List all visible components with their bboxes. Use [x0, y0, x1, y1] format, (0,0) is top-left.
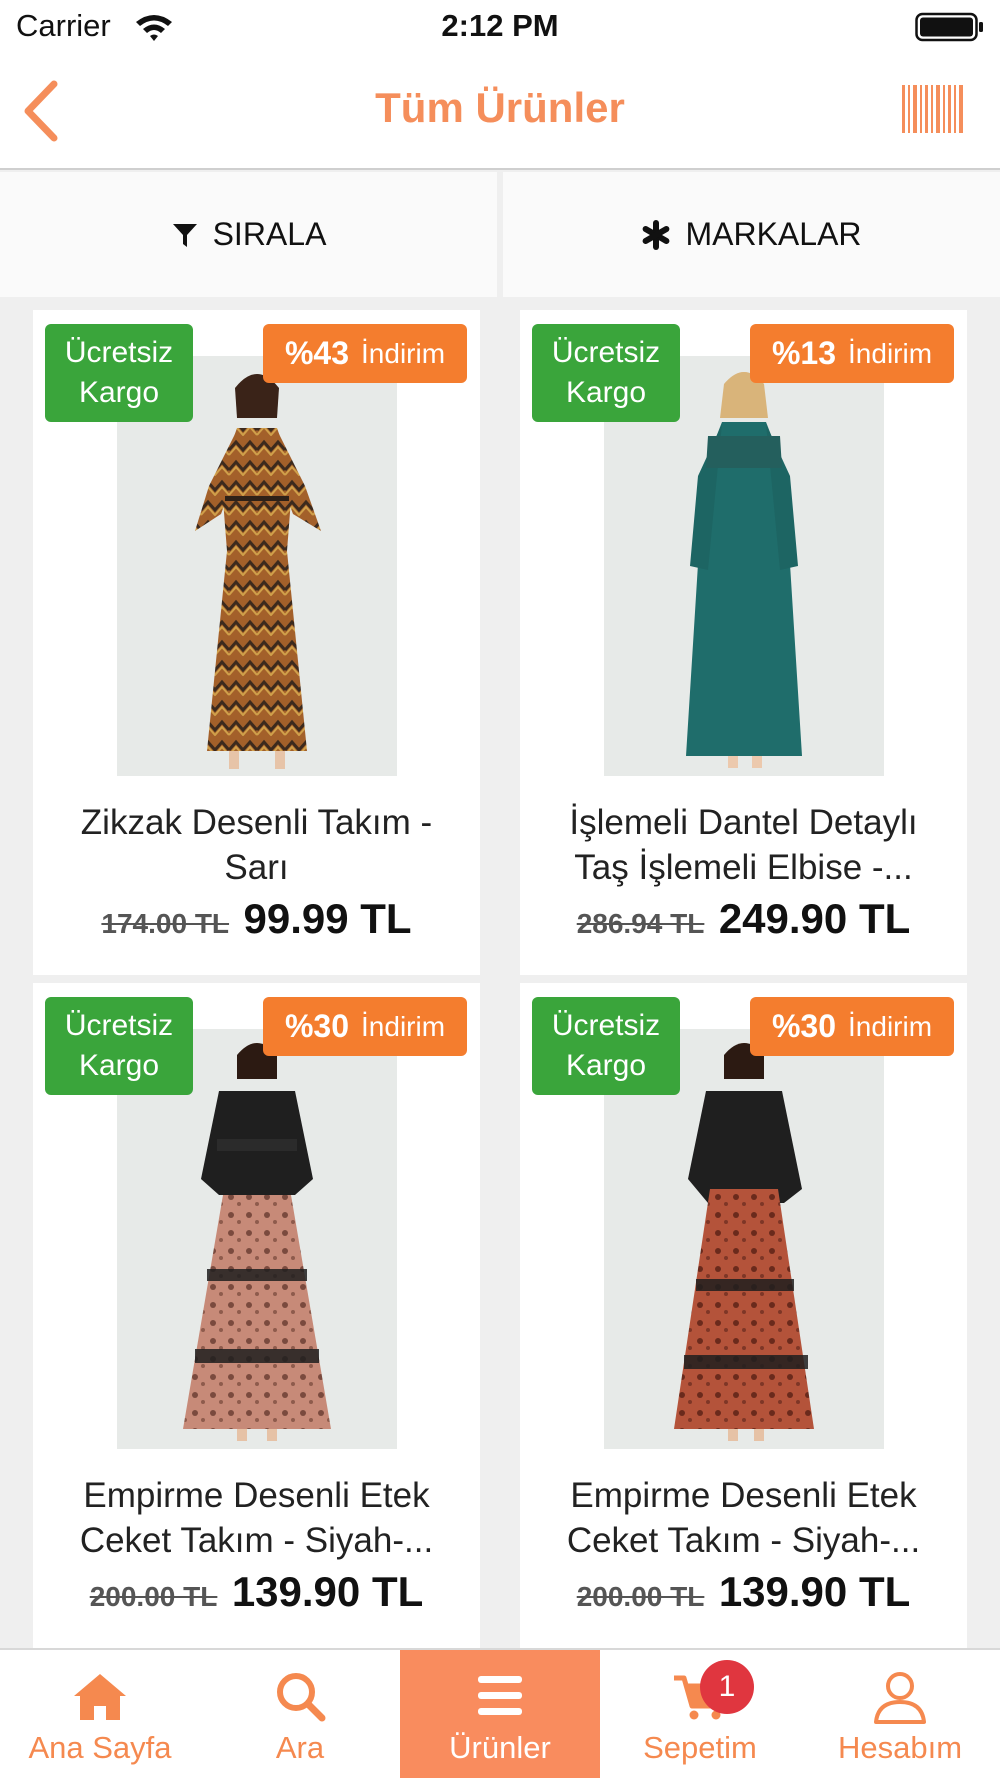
product-name-line: Sarı: [224, 848, 289, 887]
status-bar: Carrier 2:12 PM: [0, 0, 1000, 56]
free-shipping-badge: Ücretsiz Kargo: [532, 324, 680, 422]
free-shipping-badge: Ücretsiz Kargo: [532, 997, 680, 1095]
free-shipping-badge: Ücretsiz Kargo: [45, 997, 193, 1095]
nav-bar: Tüm Ürünler: [0, 56, 1000, 170]
tab-label: Ana Sayfa: [28, 1730, 172, 1765]
page-title: Tüm Ürünler: [375, 84, 625, 131]
product-name-line: Zikzak Desenli Takım -: [80, 803, 433, 842]
badge-text: Kargo: [78, 1049, 160, 1082]
tab-label: Sepetim: [643, 1730, 757, 1765]
badge-text: Ücretsiz: [64, 336, 174, 369]
product-card[interactable]: Ücretsiz Kargo %43 İndirim Zikzak Desenl…: [33, 310, 480, 975]
discount-badge: %13 İndirim: [750, 324, 954, 383]
filter-bar: SIRALA MARKALAR: [0, 172, 1000, 297]
discount-badge: %30 İndirim: [263, 997, 467, 1056]
tab-bar: Ana Sayfa Ara Ürünler 1 Sepetim Hesabım: [0, 1648, 1000, 1778]
discount-badge: %43 İndirim: [263, 324, 467, 383]
home-icon: [74, 1674, 126, 1720]
free-shipping-badge: Ücretsiz Kargo: [45, 324, 193, 422]
product-card[interactable]: Ücretsiz Kargo %30 İndirim Empirme Desen…: [520, 983, 967, 1648]
product-name: Empirme Desenli Etek Ceket Takım - Siyah…: [43, 1473, 470, 1563]
sort-button[interactable]: SIRALA: [0, 172, 497, 297]
product-name-line: Empirme Desenli Etek: [570, 1476, 917, 1515]
badge-text: Ücretsiz: [551, 336, 661, 369]
discount-percent: %30: [284, 1008, 350, 1044]
discount-word: İndirim: [848, 1010, 933, 1042]
brands-button[interactable]: MARKALAR: [503, 172, 1000, 297]
product-name: İşlemeli Dantel Detaylı Taş İşlemeli Elb…: [530, 800, 957, 890]
cart-count-badge: 1: [700, 1660, 754, 1714]
discount-percent: %30: [771, 1008, 837, 1044]
tab-label: Hesabım: [837, 1730, 963, 1765]
tab-label: Ürünler: [449, 1730, 551, 1765]
old-price: 174.00 TL: [101, 908, 230, 939]
discount-badge: %30 İndirim: [750, 997, 954, 1056]
price-row: 200.00 TL 139.90 TL: [33, 1568, 480, 1616]
new-price: 139.90 TL: [718, 1568, 911, 1615]
price-row: 200.00 TL 139.90 TL: [520, 1568, 967, 1616]
tab-account[interactable]: Hesabım: [800, 1650, 1000, 1778]
discount-percent: %43: [284, 335, 350, 371]
badge-text: Ücretsiz: [64, 1009, 174, 1042]
discount-word: İndirim: [848, 337, 933, 369]
old-price: 286.94 TL: [576, 908, 705, 939]
tab-label: Ara: [275, 1730, 325, 1765]
badge-text: Kargo: [565, 376, 647, 409]
discount-word: İndirim: [361, 1010, 446, 1042]
sort-label: SIRALA: [212, 216, 327, 252]
product-card[interactable]: Ücretsiz Kargo %30 İndirim Empirme Desen…: [33, 983, 480, 1648]
status-time: 2:12 PM: [441, 8, 559, 43]
product-card[interactable]: Ücretsiz Kargo %13 İndirim İşlemeli Dant…: [520, 310, 967, 975]
tab-search[interactable]: Ara: [200, 1650, 400, 1778]
new-price: 139.90 TL: [231, 1568, 424, 1615]
search-icon: [277, 1673, 326, 1722]
asterisk-icon: [643, 219, 670, 250]
barcode-scan-button[interactable]: [900, 83, 966, 135]
tab-cart[interactable]: 1 Sepetim: [600, 1650, 800, 1778]
new-price: 99.99 TL: [243, 895, 412, 942]
chevron-left-icon: [24, 80, 58, 142]
product-name-line: İşlemeli Dantel Detaylı: [569, 803, 918, 842]
product-name-line: Ceket Takım - Siyah-...: [79, 1521, 434, 1560]
product-name: Empirme Desenli Etek Ceket Takım - Siyah…: [530, 1473, 957, 1563]
product-name-line: Ceket Takım - Siyah-...: [566, 1521, 921, 1560]
filter-icon: [172, 223, 197, 247]
product-name-line: Empirme Desenli Etek: [83, 1476, 430, 1515]
product-grid: Ücretsiz Kargo %43 İndirim Zikzak Desenl…: [0, 297, 1000, 1648]
menu-icon: [478, 1676, 522, 1715]
tab-products[interactable]: Ürünler: [400, 1650, 600, 1778]
brands-label: MARKALAR: [685, 216, 862, 252]
badge-text: Ücretsiz: [551, 1009, 661, 1042]
price-row: 286.94 TL 249.90 TL: [520, 895, 967, 943]
barcode-icon: [902, 85, 963, 133]
old-price: 200.00 TL: [89, 1581, 218, 1612]
badge-text: Kargo: [565, 1049, 647, 1082]
price-row: 174.00 TL 99.99 TL: [33, 895, 480, 943]
discount-word: İndirim: [361, 337, 446, 369]
user-icon: [874, 1672, 926, 1724]
new-price: 249.90 TL: [718, 895, 911, 942]
product-name-line: Taş İşlemeli Elbise -...: [574, 848, 913, 887]
battery-icon: [915, 12, 983, 42]
product-name: Zikzak Desenli Takım - Sarı: [43, 800, 470, 890]
tab-home[interactable]: Ana Sayfa: [0, 1650, 200, 1778]
discount-percent: %13: [771, 335, 837, 371]
back-button[interactable]: [18, 78, 68, 144]
badge-text: Kargo: [78, 376, 160, 409]
old-price: 200.00 TL: [576, 1581, 705, 1612]
